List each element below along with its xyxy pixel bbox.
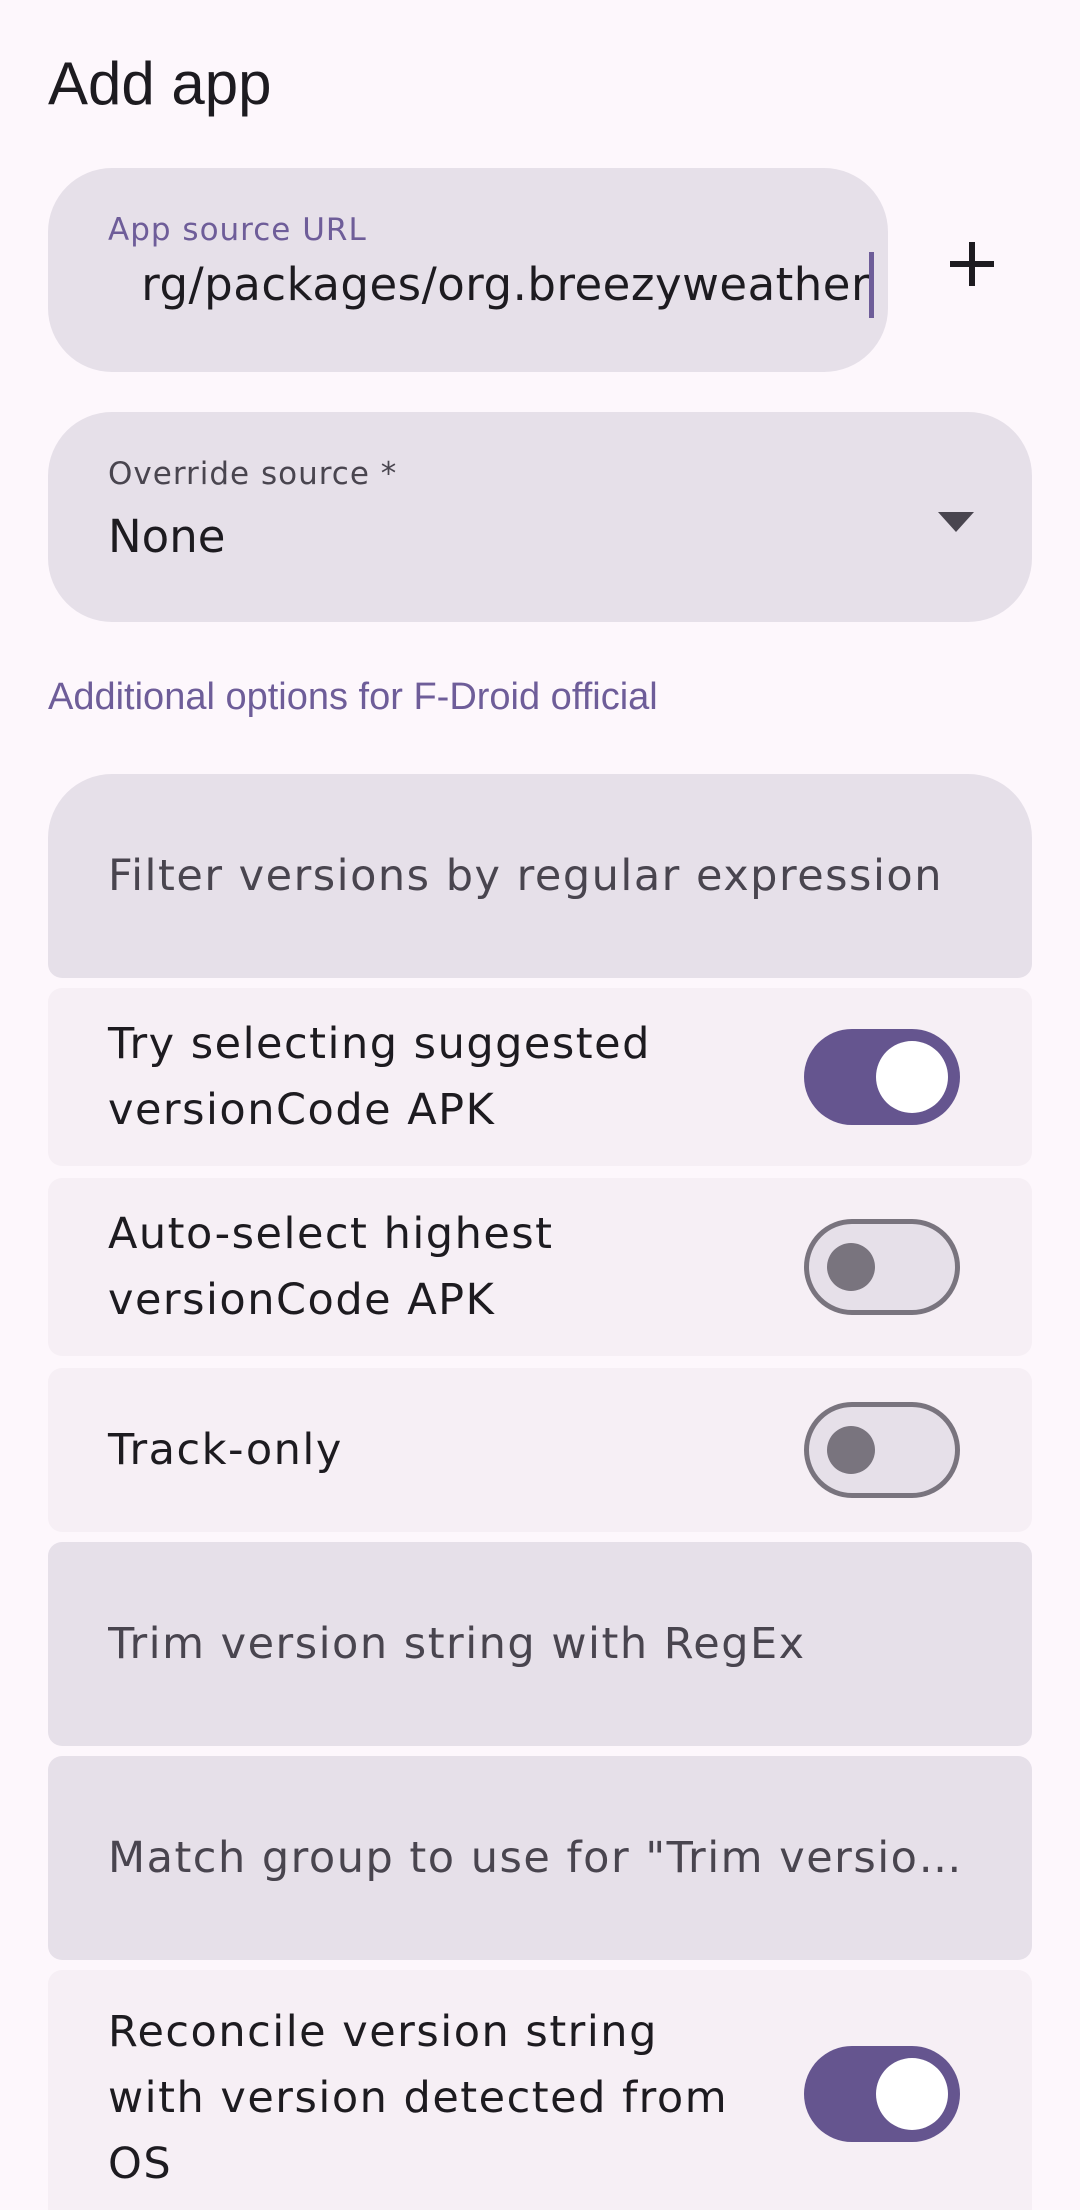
auto-select-highest-toggle[interactable] [804,1219,960,1315]
app-source-url-label: App source URL [108,212,367,248]
section-heading: Additional options for F-Droid official [48,676,658,718]
suggested-version-label: Try selecting suggested versionCode APK [108,1019,651,1135]
filter-versions-placeholder: Filter versions by regular expression [108,851,943,901]
match-group-input[interactable]: Match group to use for "Trim versio… [48,1756,1032,1960]
plus-icon [950,242,994,286]
text-cursor [869,252,874,318]
app-source-url-input[interactable]: rg/packages/org.breezyweather [108,252,874,322]
auto-select-highest-row[interactable]: Auto-select highest versionCode APK [48,1178,1032,1356]
match-group-placeholder: Match group to use for "Trim versio… [108,1833,963,1883]
reconcile-version-toggle[interactable] [804,2046,960,2142]
filter-versions-input[interactable]: Filter versions by regular expression [48,774,1032,978]
suggested-version-toggle[interactable] [804,1029,960,1125]
dropdown-arrow-icon [938,512,974,532]
override-source-label: Override source * [108,456,398,492]
track-only-label: Track-only [108,1425,343,1475]
app-source-url-value: rg/packages/org.breezyweather [141,258,870,311]
toggle-knob [827,1426,875,1474]
add-app-button[interactable] [934,226,1010,302]
toggle-knob [876,1041,948,1113]
suggested-version-row[interactable]: Try selecting suggested versionCode APK [48,988,1032,1166]
override-source-dropdown[interactable]: Override source * None [48,412,1032,622]
app-source-url-field[interactable]: App source URL rg/packages/org.breezywea… [48,168,888,372]
track-only-row[interactable]: Track-only [48,1368,1032,1532]
toggle-knob [827,1243,875,1291]
page-title: Add app [48,50,272,117]
reconcile-version-label: Reconcile version string with version de… [108,2007,729,2189]
toggle-knob [876,2058,948,2130]
reconcile-version-row[interactable]: Reconcile version string with version de… [48,1970,1032,2210]
override-source-value: None [108,510,226,563]
auto-select-highest-label: Auto-select highest versionCode APK [108,1209,554,1325]
track-only-toggle[interactable] [804,1402,960,1498]
trim-version-placeholder: Trim version string with RegEx [108,1619,806,1669]
trim-version-input[interactable]: Trim version string with RegEx [48,1542,1032,1746]
